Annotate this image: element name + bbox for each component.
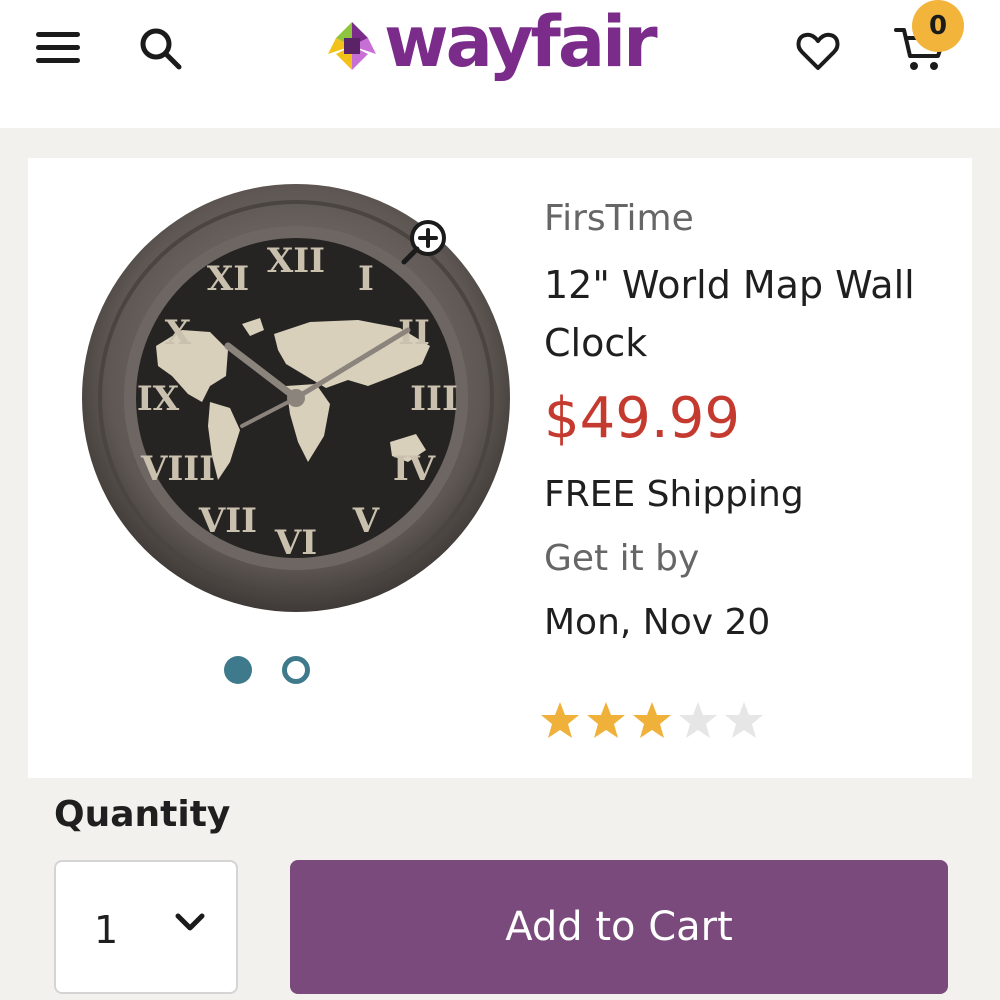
product-brand[interactable]: FirsTime xyxy=(544,198,694,239)
zoom-in-icon[interactable] xyxy=(398,216,450,268)
svg-text:X: X xyxy=(165,313,192,353)
heart-icon[interactable] xyxy=(794,26,842,74)
svg-text:IX: IX xyxy=(137,379,180,419)
svg-text:I: I xyxy=(358,259,374,299)
image-carousel-dot-2[interactable] xyxy=(282,656,310,684)
star-icon-4 xyxy=(679,702,717,738)
star-icon-1 xyxy=(541,702,579,738)
star-icon-5 xyxy=(725,702,763,738)
svg-text:III: III xyxy=(410,379,458,419)
quantity-select[interactable]: 1 xyxy=(54,860,238,994)
star-icon-2 xyxy=(587,702,625,738)
svg-text:VII: VII xyxy=(198,501,257,541)
product-card: XII VI IX III XI I X II VIII IV VII V Fi… xyxy=(28,158,972,778)
top-header: wayfair 0 xyxy=(0,0,1000,128)
quantity-label: Quantity xyxy=(54,794,231,835)
cart-count-badge[interactable]: 0 xyxy=(912,0,964,52)
rating-stars[interactable] xyxy=(540,700,764,744)
delivery-date: Mon, Nov 20 xyxy=(544,602,771,643)
quantity-value: 1 xyxy=(94,908,119,952)
image-carousel-dot-1[interactable] xyxy=(224,656,252,684)
add-to-cart-button[interactable]: Add to Cart xyxy=(290,860,948,994)
svg-text:VI: VI xyxy=(274,523,317,563)
svg-text:IV: IV xyxy=(393,449,436,489)
svg-text:XI: XI xyxy=(207,259,249,299)
wayfair-logo[interactable]: wayfair xyxy=(322,0,682,92)
logo-text: wayfair xyxy=(384,1,658,83)
search-icon[interactable] xyxy=(136,24,184,72)
svg-text:V: V xyxy=(352,501,380,541)
shipping-info: FREE Shipping xyxy=(544,474,804,515)
chevron-down-icon xyxy=(170,908,210,938)
delivery-label: Get it by xyxy=(544,538,700,579)
product-title: 12" World Map Wall Clock xyxy=(544,263,915,365)
svg-text:VIII: VIII xyxy=(140,449,215,489)
svg-text:XII: XII xyxy=(267,241,325,281)
product-price: $49.99 xyxy=(544,386,740,451)
wayfair-pinwheel-icon xyxy=(328,22,376,70)
star-icon-3 xyxy=(633,702,671,738)
hamburger-menu-icon[interactable] xyxy=(36,28,82,68)
